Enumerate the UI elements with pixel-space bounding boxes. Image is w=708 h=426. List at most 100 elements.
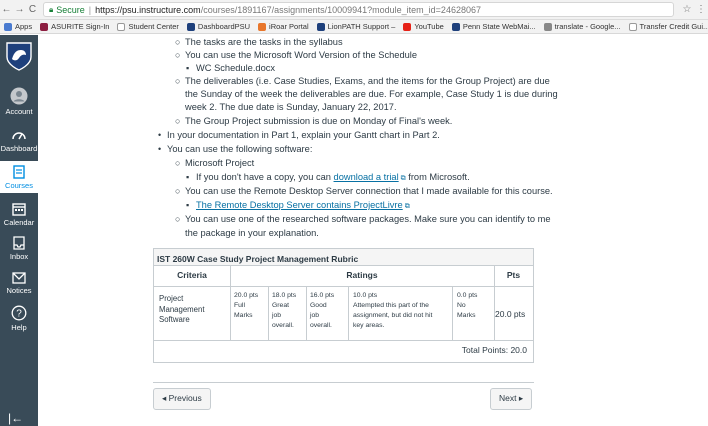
courses-icon [13, 165, 25, 179]
bullet-disc-icon: • [158, 130, 162, 140]
rubric-divider [306, 287, 307, 340]
bookmark-favicon-icon [451, 22, 460, 31]
lock-icon: 🔒︎ [49, 4, 54, 14]
global-nav-notices[interactable]: Notices [0, 272, 38, 295]
bookmark-item[interactable]: Apps [4, 22, 32, 31]
rubric-divider [494, 266, 495, 340]
global-nav-help[interactable]: ? Help [0, 305, 38, 332]
calendar-icon [12, 203, 26, 216]
previous-button[interactable]: ◂ Previous [153, 388, 211, 410]
penn-state-logo[interactable] [5, 41, 33, 71]
list-item-continuation: week 2. The due date is Sunday, January … [185, 102, 397, 112]
global-nav-calendar[interactable]: Calendar [0, 202, 38, 227]
rubric-divider [452, 287, 453, 340]
bullet-circle-icon: ○ [175, 186, 181, 196]
bullet-circle-icon: ○ [175, 214, 181, 224]
rating-points: 20.0 pts [234, 292, 259, 299]
global-nav-dashboard[interactable]: Dashboard [0, 128, 38, 153]
back-icon[interactable]: ← [0, 4, 13, 15]
rating-cell: 0.0 pts No Marks [457, 291, 477, 321]
global-nav-inbox[interactable]: Inbox [0, 236, 38, 261]
url-host: https://psu.instructure.com [95, 4, 201, 15]
rating-desc: Attempted this part of the [353, 302, 429, 309]
address-bar[interactable]: 🔒︎ Secure | https://psu.instructure.com … [43, 2, 674, 17]
rating-desc: assignment, but did not hit [353, 312, 433, 319]
bookmark-label: translate - Google... [554, 22, 621, 31]
list-item: If you don't have a copy, you can downlo… [196, 171, 470, 185]
rating-cell: 18.0 pts Great job overall. [272, 291, 296, 331]
assignment-content: ○ The tasks are the tasks in the syllabu… [38, 35, 708, 426]
inbox-icon [13, 236, 25, 250]
bullet-square-icon: ▪ [186, 63, 190, 73]
svg-text:?: ? [16, 309, 22, 320]
rating-desc: key areas. [353, 322, 385, 329]
rating-points: 16.0 pts [310, 292, 335, 299]
apps-grid-icon [4, 22, 12, 31]
bookmark-item[interactable]: Penn State WebMai... [451, 22, 536, 31]
bookmark-item[interactable]: Student Center [117, 22, 179, 31]
forward-icon[interactable]: → [13, 4, 26, 15]
bookmark-item[interactable]: LionPATH Support – [316, 22, 396, 31]
rating-desc: job [272, 312, 282, 319]
notices-icon [12, 272, 26, 284]
list-item-continuation: the package in your explanation. [185, 228, 319, 238]
list-item: The tasks are the tasks in the syllabus [185, 37, 343, 47]
bookmark-star-icon[interactable]: ☆ [680, 4, 694, 15]
bullet-circle-icon: ○ [175, 158, 181, 168]
global-nav-label: Notices [6, 286, 32, 295]
url-separator: | [88, 4, 92, 15]
rubric-header-criteria: Criteria [154, 266, 230, 287]
bullet-circle-icon: ○ [175, 116, 181, 126]
global-nav-label: Account [5, 107, 33, 116]
global-nav-label: Courses [5, 181, 33, 190]
bookmark-item[interactable]: ASURITE Sign-In [40, 22, 109, 31]
reload-icon[interactable]: C [26, 4, 39, 15]
rubric-table: IST 260W Case Study Project Management R… [153, 248, 534, 363]
list-item: Microsoft Project [185, 158, 255, 168]
browser-menu-icon[interactable]: ⋮ [694, 4, 708, 15]
rating-desc: overall. [310, 322, 332, 329]
rubric-divider [154, 340, 533, 341]
bookmark-favicon-icon [543, 22, 552, 31]
rating-points: 18.0 pts [272, 292, 297, 299]
rating-points: 10.0 pts [353, 292, 378, 299]
criterion-points: 20.0 pts [495, 309, 526, 319]
collapse-nav-icon[interactable]: |← [8, 411, 23, 425]
rating-points: 0.0 pts [457, 292, 478, 299]
bookmark-label: Apps [15, 22, 33, 31]
list-item: In your documentation in Part 1, explain… [167, 130, 440, 140]
next-button[interactable]: Next ▸ [490, 388, 533, 410]
rating-cell: 20.0 pts Full Marks [234, 291, 258, 321]
bullet-disc-icon: • [158, 144, 162, 154]
account-icon [10, 87, 28, 105]
bookmark-item[interactable]: DashboardPSU [186, 22, 250, 31]
external-link-icon: ⧉ [404, 203, 410, 210]
total-points: Total Points: 20.0 [461, 344, 527, 355]
secure-label: Secure [56, 4, 85, 15]
list-item: The Group Project submission is due on M… [185, 116, 453, 126]
rating-cell: 10.0 pts Attempted this part of the assi… [353, 291, 432, 331]
global-nav-courses[interactable]: Courses [0, 161, 38, 193]
bookmark-item[interactable]: translate - Google... [543, 22, 621, 31]
criterion-line: Project [159, 294, 184, 303]
global-navigation: Account Dashboard Courses Calendar Inbox [0, 35, 38, 426]
rating-desc: Marks [234, 312, 253, 319]
list-item: You can use the Microsoft Word Version o… [185, 50, 418, 60]
url-path: /courses/1891167/assignments/10009941?mo… [200, 4, 481, 15]
bullet-square-icon: ▪ [186, 200, 190, 210]
bookmark-label: LionPATH Support – [327, 22, 396, 31]
bookmark-item[interactable]: YouTube [403, 22, 444, 31]
rating-desc: Good [310, 302, 327, 309]
bookmark-item[interactable]: Transfer Credit Gui... [628, 22, 708, 31]
bookmark-item[interactable]: iRoar Portal [258, 22, 309, 31]
bookmark-label: ASURITE Sign-In [51, 22, 110, 31]
remote-desktop-link[interactable]: The Remote Desktop Server contains Proje… [196, 200, 403, 210]
global-nav-account[interactable]: Account [0, 87, 38, 116]
rating-cell: 16.0 pts Good job overall. [310, 291, 334, 331]
global-nav-label: Calendar [3, 218, 35, 227]
bookmark-label: Penn State WebMai... [462, 22, 536, 31]
download-trial-link[interactable]: download a trial [334, 172, 399, 182]
bullet-circle-icon: ○ [175, 37, 181, 47]
bookmark-label: Student Center [128, 22, 179, 31]
bookmark-favicon-icon [117, 22, 126, 31]
